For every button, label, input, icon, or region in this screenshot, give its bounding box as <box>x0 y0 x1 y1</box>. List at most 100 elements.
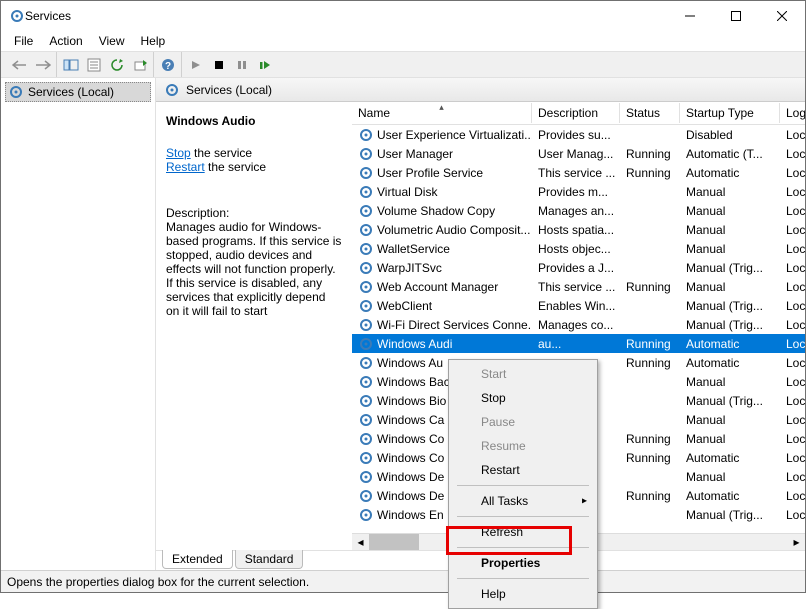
ctx-help[interactable]: Help <box>451 582 595 606</box>
ctx-resume[interactable]: Resume <box>451 434 595 458</box>
table-row[interactable]: Volumetric Audio Composit...Hosts spatia… <box>352 220 805 239</box>
service-name: WebClient <box>377 299 432 313</box>
service-startup: Manual (Trig... <box>680 318 780 332</box>
col-log-on-as[interactable]: Log <box>780 103 805 123</box>
service-status: Running <box>620 280 680 294</box>
table-row[interactable]: WalletServiceHosts objec...ManualLoca <box>352 239 805 258</box>
service-status: Running <box>620 166 680 180</box>
back-button[interactable] <box>9 54 31 76</box>
ctx-stop[interactable]: Stop <box>451 386 595 410</box>
service-icon <box>358 355 374 371</box>
table-row[interactable]: Virtual DiskProvides m...ManualLoca <box>352 182 805 201</box>
col-startup-type[interactable]: Startup Type <box>680 103 780 123</box>
restart-link[interactable]: Restart <box>166 160 205 174</box>
service-name: Windows Co <box>377 432 444 446</box>
content-header: Services (Local) <box>156 78 805 102</box>
show-hide-tree-button[interactable] <box>60 54 82 76</box>
table-row[interactable]: User Profile ServiceThis service ...Runn… <box>352 163 805 182</box>
service-startup: Manual (Trig... <box>680 261 780 275</box>
table-row[interactable]: Web Account ManagerThis service ...Runni… <box>352 277 805 296</box>
service-icon <box>358 146 374 162</box>
export-button[interactable] <box>129 54 151 76</box>
service-logon: Loca <box>780 280 805 294</box>
ctx-pause[interactable]: Pause <box>451 410 595 434</box>
service-startup: Automatic (T... <box>680 147 780 161</box>
scroll-right-arrow[interactable]: ▸ <box>788 534 805 550</box>
nav-tree: Services (Local) <box>1 78 156 570</box>
svg-text:?: ? <box>165 61 171 72</box>
tab-extended[interactable]: Extended <box>162 550 233 569</box>
restart-service-button[interactable] <box>254 54 276 76</box>
menu-action[interactable]: Action <box>42 32 89 50</box>
table-row[interactable]: Windows Audiau...RunningAutomaticLoca <box>352 334 805 353</box>
service-startup: Automatic <box>680 489 780 503</box>
ctx-all-tasks[interactable]: All Tasks▸ <box>451 489 595 513</box>
service-icon <box>358 222 374 238</box>
ctx-restart[interactable]: Restart <box>451 458 595 482</box>
col-status[interactable]: Status <box>620 103 680 123</box>
col-description[interactable]: Description <box>532 103 620 123</box>
table-row[interactable]: Volume Shadow CopyManages an...ManualLoc… <box>352 201 805 220</box>
service-desc: Manages an... <box>532 204 620 218</box>
pause-service-button[interactable] <box>231 54 253 76</box>
service-logon: Loca <box>780 318 805 332</box>
service-icon <box>358 203 374 219</box>
service-logon: Loca <box>780 204 805 218</box>
content-header-label: Services (Local) <box>186 83 272 97</box>
service-icon <box>358 507 374 523</box>
col-name[interactable]: Name▴ <box>352 103 532 123</box>
nav-root-label: Services (Local) <box>28 85 114 99</box>
service-status: Running <box>620 432 680 446</box>
table-row[interactable]: User Experience Virtualizati...Provides … <box>352 125 805 144</box>
service-name: Windows Audi <box>377 337 452 351</box>
ctx-refresh[interactable]: Refresh <box>451 520 595 544</box>
service-status: Running <box>620 451 680 465</box>
service-logon: Loca <box>780 375 805 389</box>
table-row[interactable]: WebClientEnables Win...Manual (Trig...Lo… <box>352 296 805 315</box>
scroll-thumb[interactable] <box>369 534 419 550</box>
close-button[interactable] <box>759 1 805 31</box>
service-startup: Manual <box>680 242 780 256</box>
table-row[interactable]: User ManagerUser Manag...RunningAutomati… <box>352 144 805 163</box>
service-status: Running <box>620 489 680 503</box>
services-app-icon <box>9 8 25 24</box>
service-desc: User Manag... <box>532 147 620 161</box>
menu-view[interactable]: View <box>92 32 132 50</box>
table-row[interactable]: Wi-Fi Direct Services Conne...Manages co… <box>352 315 805 334</box>
service-logon: Loca <box>780 223 805 237</box>
start-service-button[interactable] <box>185 54 207 76</box>
menu-help[interactable]: Help <box>134 32 173 50</box>
forward-button[interactable] <box>32 54 54 76</box>
service-icon <box>358 165 374 181</box>
window-title: Services <box>25 9 667 23</box>
properties-toolbar-button[interactable] <box>83 54 105 76</box>
service-logon: Loca <box>780 451 805 465</box>
table-row[interactable]: WarpJITSvcProvides a J...Manual (Trig...… <box>352 258 805 277</box>
service-logon: Loca <box>780 508 805 522</box>
tab-standard[interactable]: Standard <box>235 550 304 569</box>
service-desc: Enables Win... <box>532 299 620 313</box>
service-status: Running <box>620 147 680 161</box>
stop-link[interactable]: Stop <box>166 146 191 160</box>
service-name: Volume Shadow Copy <box>377 204 495 218</box>
service-startup: Manual <box>680 413 780 427</box>
service-name: Virtual Disk <box>377 185 437 199</box>
service-startup: Automatic <box>680 337 780 351</box>
ctx-properties[interactable]: Properties <box>451 551 595 575</box>
ctx-start[interactable]: Start <box>451 362 595 386</box>
stop-service-button[interactable] <box>208 54 230 76</box>
minimize-button[interactable] <box>667 1 713 31</box>
service-name: Windows De <box>377 470 444 484</box>
nav-services-local[interactable]: Services (Local) <box>5 82 151 102</box>
help-button[interactable]: ? <box>157 54 179 76</box>
services-window: Services File Action View Help ? <box>0 0 806 593</box>
ctx-sep-4 <box>457 578 589 579</box>
service-icon <box>358 412 374 428</box>
service-icon <box>358 127 374 143</box>
menu-file[interactable]: File <box>7 32 40 50</box>
scroll-left-arrow[interactable]: ◂ <box>352 534 369 550</box>
service-name: Web Account Manager <box>377 280 498 294</box>
refresh-button[interactable] <box>106 54 128 76</box>
maximize-button[interactable] <box>713 1 759 31</box>
service-logon: Loca <box>780 299 805 313</box>
